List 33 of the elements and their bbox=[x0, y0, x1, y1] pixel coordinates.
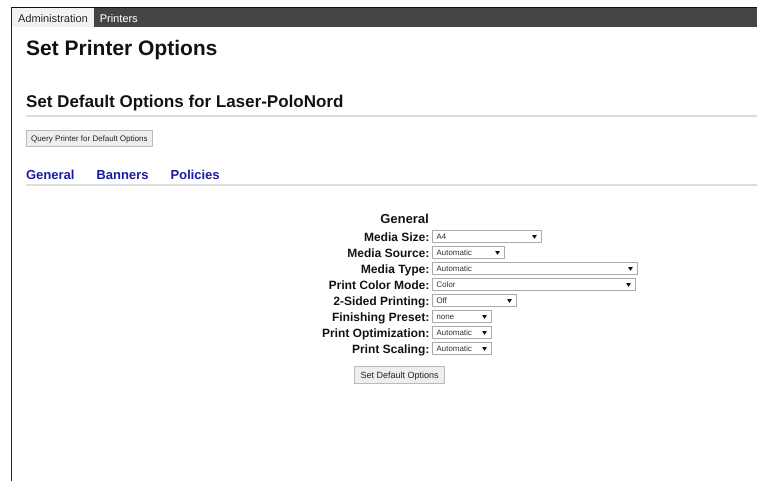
dropdown-arrow-icon bbox=[482, 314, 488, 318]
dropdown-arrow-icon bbox=[495, 250, 500, 254]
option-select[interactable]: A4 bbox=[432, 230, 542, 243]
page-title: Set Printer Options bbox=[26, 37, 218, 61]
option-tab-link[interactable]: Policies bbox=[170, 167, 220, 182]
dropdown-arrow-icon bbox=[628, 266, 634, 270]
option-select[interactable]: Automatic bbox=[432, 262, 638, 275]
option-label: Print Color Mode: bbox=[328, 278, 430, 292]
option-label: Finishing Preset: bbox=[330, 310, 430, 324]
dropdown-arrow-icon bbox=[482, 330, 488, 334]
set-default-options-button[interactable]: Set Default Options bbox=[354, 366, 445, 384]
option-tab-link[interactable]: Banners bbox=[96, 167, 148, 182]
option-select[interactable]: Automatic bbox=[432, 342, 492, 355]
dropdown-arrow-icon bbox=[482, 346, 488, 350]
option-select[interactable]: Automatic bbox=[432, 326, 492, 339]
option-select[interactable]: Off bbox=[432, 294, 518, 307]
option-label: Print Scaling: bbox=[350, 342, 430, 356]
option-select[interactable]: Automatic bbox=[432, 246, 506, 259]
option-label: Media Size: bbox=[362, 230, 430, 244]
option-tab-link[interactable]: General bbox=[26, 167, 74, 182]
query-printer-button[interactable]: Query Printer for Default Options bbox=[26, 130, 152, 147]
dropdown-arrow-icon bbox=[532, 234, 538, 238]
dropdown-arrow-icon bbox=[507, 298, 512, 302]
option-select[interactable]: Color bbox=[432, 278, 636, 291]
dropdown-arrow-icon bbox=[626, 282, 632, 286]
section-title: Set Default Options for Laser-PoloNord bbox=[26, 92, 757, 117]
group-title: General bbox=[380, 211, 429, 226]
option-label: Media Source: bbox=[346, 246, 430, 260]
option-label: 2-Sided Printing: bbox=[332, 294, 430, 308]
option-label: Media Type: bbox=[360, 262, 430, 276]
option-label: Print Optimization: bbox=[322, 326, 430, 340]
nav-tab[interactable]: Administration bbox=[12, 8, 94, 27]
option-select[interactable]: none bbox=[432, 310, 492, 323]
